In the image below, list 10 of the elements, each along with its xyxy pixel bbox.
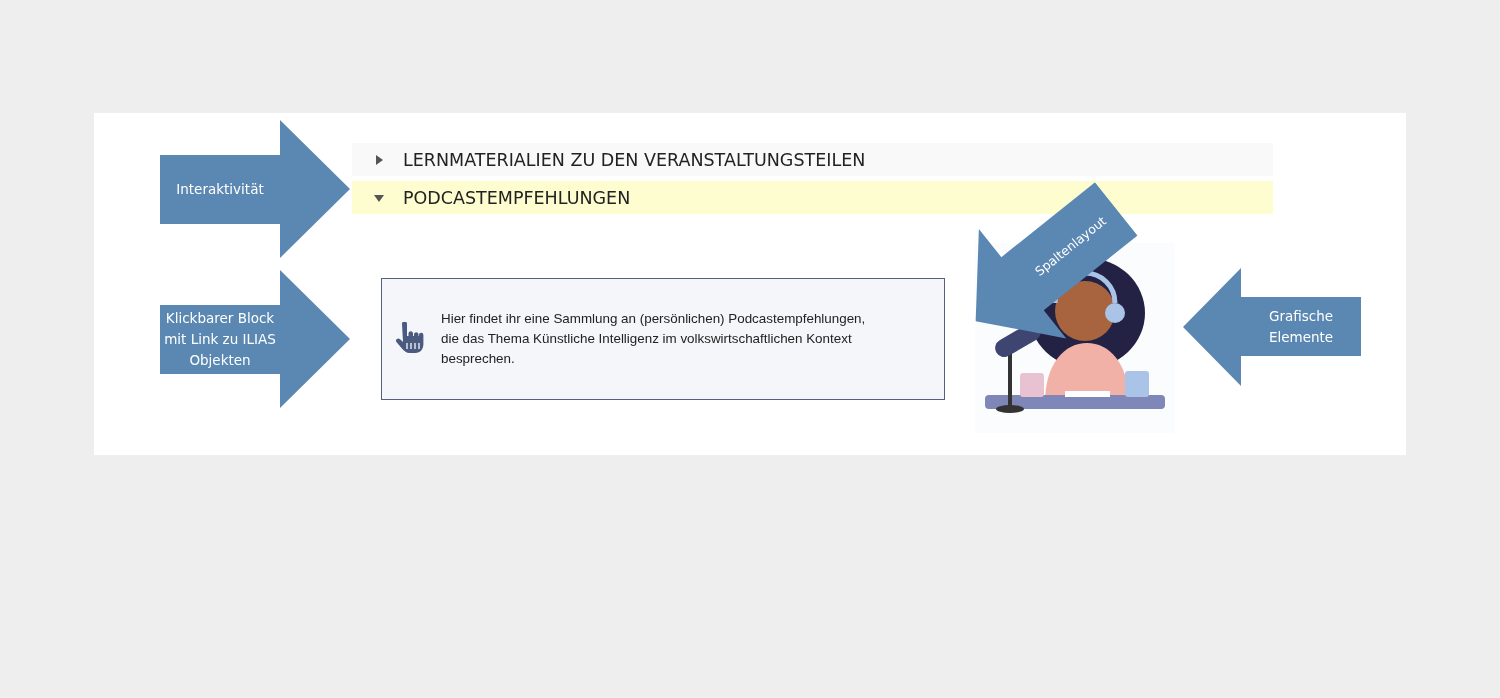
annotation-label: Interaktivität	[176, 180, 264, 199]
pointing-hand-icon	[393, 322, 425, 356]
accordion-header[interactable]: PODCASTEMPFEHLUNGEN	[352, 181, 1273, 214]
caret-icon	[374, 154, 384, 165]
block-description: Hier findet ihr eine Sammlung an (persönlichen) Podcastempfehlungen, die das Thema Künstliche Intelligenz im volkswirtschaftlichen Kontext besprechen.	[441, 310, 867, 368]
link-block[interactable]: Hier findet ihr eine Sammlung an (persönlichen) Podcastempfehlungen, die das Thema Künstliche Intelligenz im volkswirtschaftlichen Kontext besprechen.	[381, 278, 945, 400]
caret-icon	[374, 192, 384, 203]
annotation-label: Grafische Elemente	[1267, 306, 1335, 347]
annotation-label: Klickbarer Block mit Link zu ILIAS Objekten	[163, 309, 277, 370]
accordion-header[interactable]: LERNMATERIALIEN ZU DEN VERANSTALTUNGSTEILEN	[352, 143, 1273, 176]
